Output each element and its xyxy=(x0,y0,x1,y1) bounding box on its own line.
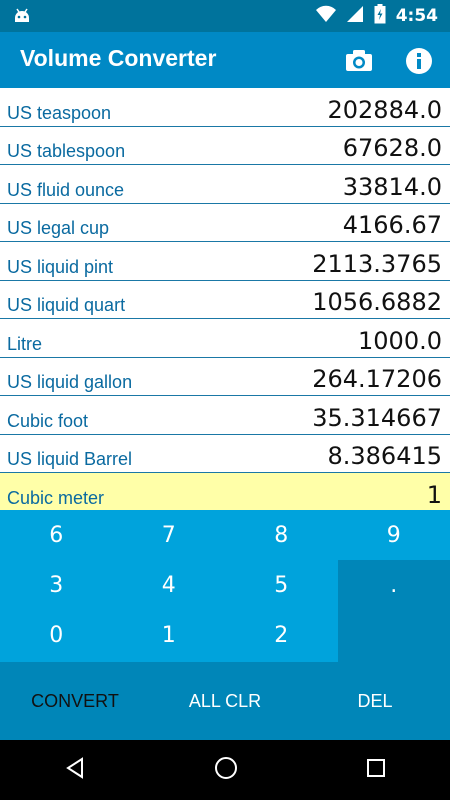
app-bar: Volume Converter xyxy=(0,32,450,88)
convert-button[interactable]: CONVERT xyxy=(0,662,150,740)
key-8[interactable]: 8 xyxy=(225,510,338,560)
unit-value: 202884.0 xyxy=(327,95,442,124)
key-0[interactable]: 0 xyxy=(0,610,113,660)
wifi-icon xyxy=(315,5,336,28)
unit-value: 264.17206 xyxy=(312,365,442,393)
unit-label: US liquid Barrel xyxy=(7,449,133,469)
status-bar: 4:54 xyxy=(0,0,450,32)
unit-label: US teaspoon xyxy=(7,102,112,123)
unit-value: 4166.67 xyxy=(342,211,442,239)
unit-label: US fluid ounce xyxy=(7,179,125,200)
battery-icon xyxy=(374,3,386,29)
unit-value: 1000.0 xyxy=(358,326,442,355)
home-icon[interactable] xyxy=(214,756,238,785)
key-2[interactable]: 2 xyxy=(225,610,338,660)
unit-row-litre[interactable]: Litre 1000.0 xyxy=(0,319,450,358)
signal-icon xyxy=(346,5,364,28)
all-clear-button[interactable]: ALL CLR xyxy=(150,662,300,740)
key-7[interactable]: 7 xyxy=(113,510,226,560)
info-icon[interactable] xyxy=(405,47,433,80)
android-icon xyxy=(12,6,32,31)
unit-value: 1056.6882 xyxy=(312,288,442,316)
unit-value: 67628.0 xyxy=(342,134,442,162)
keypad: 6 7 8 9 3 4 5 . 0 1 2 xyxy=(0,510,450,662)
unit-row-cubic-foot[interactable]: Cubic foot 35.314667 xyxy=(0,396,450,435)
key-4[interactable]: 4 xyxy=(113,560,226,610)
unit-row-us-liquid-quart[interactable]: US liquid quart 1056.6882 xyxy=(0,280,450,319)
camera-icon[interactable] xyxy=(345,50,373,77)
unit-row-us-liquid-pint[interactable]: US liquid pint 2113.3765 xyxy=(0,242,450,281)
unit-label: US liquid pint xyxy=(7,256,114,277)
unit-label: Litre xyxy=(7,333,43,354)
key-6[interactable]: 6 xyxy=(0,510,113,560)
unit-row-us-liquid-barrel[interactable]: US liquid Barrel 8.386415 xyxy=(0,434,450,473)
unit-label: US legal cup xyxy=(7,218,110,238)
clock: 4:54 xyxy=(395,6,438,26)
key-3[interactable]: 3 xyxy=(0,560,113,610)
back-icon[interactable] xyxy=(64,756,86,784)
unit-label: Cubic foot xyxy=(7,410,89,431)
unit-list: US teaspoon 202884.0 US tablespoon 67628… xyxy=(0,88,450,512)
unit-value: 8.386415 xyxy=(327,442,442,470)
unit-row-us-teaspoon[interactable]: US teaspoon 202884.0 xyxy=(0,88,450,127)
key-5[interactable]: 5 xyxy=(225,560,338,610)
key-decimal[interactable]: . xyxy=(337,560,450,610)
unit-label: Cubic meter xyxy=(7,487,105,508)
action-bar: CONVERT ALL CLR DEL xyxy=(0,662,450,740)
unit-label: US liquid quart xyxy=(7,295,126,315)
unit-row-us-legal-cup[interactable]: US legal cup 4166.67 xyxy=(0,203,450,242)
unit-row-us-tablespoon[interactable]: US tablespoon 67628.0 xyxy=(0,126,450,165)
unit-value: 1 xyxy=(426,480,442,509)
unit-row-us-fluid-ounce[interactable]: US fluid ounce 33814.0 xyxy=(0,165,450,204)
unit-row-cubic-meter[interactable]: Cubic meter 1 xyxy=(0,473,450,512)
key-9[interactable]: 9 xyxy=(338,510,450,560)
unit-value: 33814.0 xyxy=(342,172,442,201)
unit-value: 2113.3765 xyxy=(312,249,442,278)
navigation-bar xyxy=(0,740,450,800)
unit-row-us-liquid-gallon[interactable]: US liquid gallon 264.17206 xyxy=(0,357,450,396)
app-title: Volume Converter xyxy=(20,45,217,71)
delete-button[interactable]: DEL xyxy=(300,662,450,740)
recents-icon[interactable] xyxy=(366,758,386,783)
key-1[interactable]: 1 xyxy=(113,610,226,660)
unit-label: US liquid gallon xyxy=(7,372,133,392)
unit-value: 35.314667 xyxy=(312,403,442,432)
keypad-blank-cell xyxy=(337,610,450,662)
unit-label: US tablespoon xyxy=(7,141,126,161)
